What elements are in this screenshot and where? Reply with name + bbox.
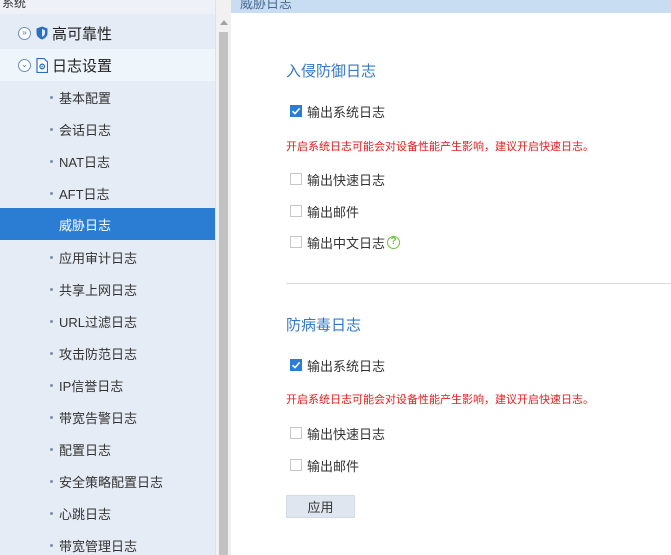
bullet-icon: [50, 447, 53, 451]
scroll-up-arrow-icon[interactable]: [220, 20, 228, 25]
sidebar-item-security-policy-config-log[interactable]: 安全策略配置日志: [0, 465, 215, 497]
main-panel: 威胁日志 入侵防御日志 输出系统日志 开启系统日志可能会对设备性能产生影响，建议…: [231, 0, 671, 555]
collapse-icon[interactable]: ⌄: [18, 58, 31, 72]
intrusion-warning-text: 开启系统日志可能会对设备性能产生影响，建议开启快速日志。: [286, 141, 594, 153]
sidebar-item-label: 带宽告警日志: [59, 410, 138, 426]
panel-titlebar: 威胁日志: [231, 0, 671, 13]
antivirus-output-system-log-option[interactable]: 输出系统日志: [290, 357, 386, 374]
sidebar-top-fragment: 系统: [2, 0, 27, 10]
sidebar-group-label: 日志设置: [52, 57, 113, 75]
intrusion-section-title: 入侵防御日志: [286, 63, 377, 80]
sidebar-item-app-audit-log[interactable]: 应用审计日志: [0, 241, 215, 273]
bullet-icon: [50, 511, 53, 515]
intrusion-output-chinese-log-option[interactable]: 输出中文日志 ?: [290, 234, 401, 251]
sidebar-item-label: 配置日志: [59, 442, 112, 458]
intrusion-output-fast-log-checkbox[interactable]: [290, 173, 302, 185]
sidebar-item-heartbeat-log[interactable]: 心跳日志: [0, 497, 215, 529]
sidebar-item-label: 安全策略配置日志: [59, 474, 164, 490]
sidebar-item-label: NAT日志: [59, 154, 111, 170]
sidebar-item-label: 会话日志: [59, 122, 112, 138]
sidebar-item-label: 威胁日志: [59, 217, 112, 233]
sidebar-item-label: IP信誉日志: [59, 378, 124, 394]
sidebar-item-label: 共享上网日志: [59, 282, 138, 298]
check-icon: [291, 361, 301, 369]
expand-icon[interactable]: »: [18, 26, 31, 40]
bullet-icon: [50, 543, 53, 547]
sidebar-item-attack-defense-log[interactable]: 攻击防范日志: [0, 337, 215, 369]
sidebar: 系统 » 高可靠性 ⌄ 日志设置 基本配置 会话日志 NAT日志 AFT日志 威…: [0, 0, 215, 555]
sidebar-item-label: AFT日志: [59, 186, 110, 202]
antivirus-output-fast-log-option[interactable]: 输出快速日志: [290, 425, 386, 442]
sidebar-item-ip-reputation-log[interactable]: IP信誉日志: [0, 369, 215, 401]
sidebar-item-bandwidth-mgmt-log[interactable]: 带宽管理日志: [0, 529, 215, 555]
sidebar-item-aft-log[interactable]: AFT日志: [0, 177, 215, 209]
sidebar-item-config-log[interactable]: 配置日志: [0, 433, 215, 465]
intrusion-output-system-log-option[interactable]: 输出系统日志: [290, 103, 386, 120]
check-icon: [291, 107, 301, 115]
option-label: 输出快速日志: [307, 172, 386, 188]
bullet-icon: [50, 383, 53, 387]
sidebar-group-label: 高可靠性: [52, 25, 113, 43]
log-settings-icon: [35, 57, 48, 73]
antivirus-output-email-checkbox[interactable]: [290, 459, 302, 471]
page-title: 威胁日志: [240, 0, 293, 11]
intrusion-output-chinese-log-checkbox[interactable]: [290, 236, 302, 248]
antivirus-warning-text: 开启系统日志可能会对设备性能产生影响，建议开启快速日志。: [286, 394, 594, 406]
sidebar-group-high-availability[interactable]: » 高可靠性: [0, 17, 215, 49]
shield-icon: [35, 26, 48, 41]
section-divider: [286, 283, 671, 284]
sidebar-item-basic-config[interactable]: 基本配置: [0, 81, 215, 113]
intrusion-output-system-log-checkbox[interactable]: [290, 105, 302, 117]
option-label: 输出邮件: [307, 204, 360, 220]
sidebar-group-log-settings[interactable]: ⌄ 日志设置: [0, 49, 215, 81]
intrusion-output-email-checkbox[interactable]: [290, 205, 302, 217]
scrollbar-thumb[interactable]: [219, 32, 228, 555]
sidebar-scrollbar[interactable]: [215, 0, 231, 555]
sidebar-item-label: 攻击防范日志: [59, 346, 138, 362]
option-label: 输出中文日志: [307, 235, 386, 251]
antivirus-output-email-option[interactable]: 输出邮件: [290, 457, 360, 474]
bullet-icon: [50, 351, 53, 355]
option-label: 输出系统日志: [307, 104, 386, 120]
option-label: 输出快速日志: [307, 426, 386, 442]
help-icon[interactable]: ?: [387, 235, 401, 249]
sidebar-item-url-filter-log[interactable]: URL过滤日志: [0, 305, 215, 337]
sidebar-item-nat-log[interactable]: NAT日志: [0, 145, 215, 177]
antivirus-output-system-log-checkbox[interactable]: [290, 359, 302, 371]
antivirus-output-fast-log-checkbox[interactable]: [290, 427, 302, 439]
apply-button[interactable]: 应用: [286, 495, 355, 518]
sidebar-item-label: 带宽管理日志: [59, 538, 138, 554]
sidebar-item-label: 应用审计日志: [59, 250, 138, 266]
bullet-icon: [50, 127, 53, 131]
antivirus-section-title: 防病毒日志: [286, 317, 362, 334]
bullet-icon: [50, 479, 53, 483]
bullet-icon: [50, 223, 53, 226]
bullet-icon: [50, 255, 53, 259]
bullet-icon: [50, 319, 53, 323]
option-label: 输出邮件: [307, 458, 360, 474]
intrusion-output-fast-log-option[interactable]: 输出快速日志: [290, 171, 386, 188]
sidebar-item-label: URL过滤日志: [59, 314, 138, 330]
sidebar-item-shared-internet-log[interactable]: 共享上网日志: [0, 273, 215, 305]
sidebar-item-bandwidth-alarm-log[interactable]: 带宽告警日志: [0, 401, 215, 433]
intrusion-output-email-option[interactable]: 输出邮件: [290, 203, 360, 220]
bullet-icon: [50, 95, 53, 99]
sidebar-top-strip: 系统: [0, 0, 215, 14]
sidebar-item-threat-log[interactable]: 威胁日志: [0, 208, 215, 240]
sidebar-item-label: 心跳日志: [59, 506, 112, 522]
bullet-icon: [50, 159, 53, 163]
option-label: 输出系统日志: [307, 358, 386, 374]
bullet-icon: [50, 415, 53, 419]
bullet-icon: [50, 287, 53, 291]
bullet-icon: [50, 191, 53, 195]
sidebar-item-label: 基本配置: [59, 90, 112, 106]
sidebar-item-session-log[interactable]: 会话日志: [0, 113, 215, 145]
